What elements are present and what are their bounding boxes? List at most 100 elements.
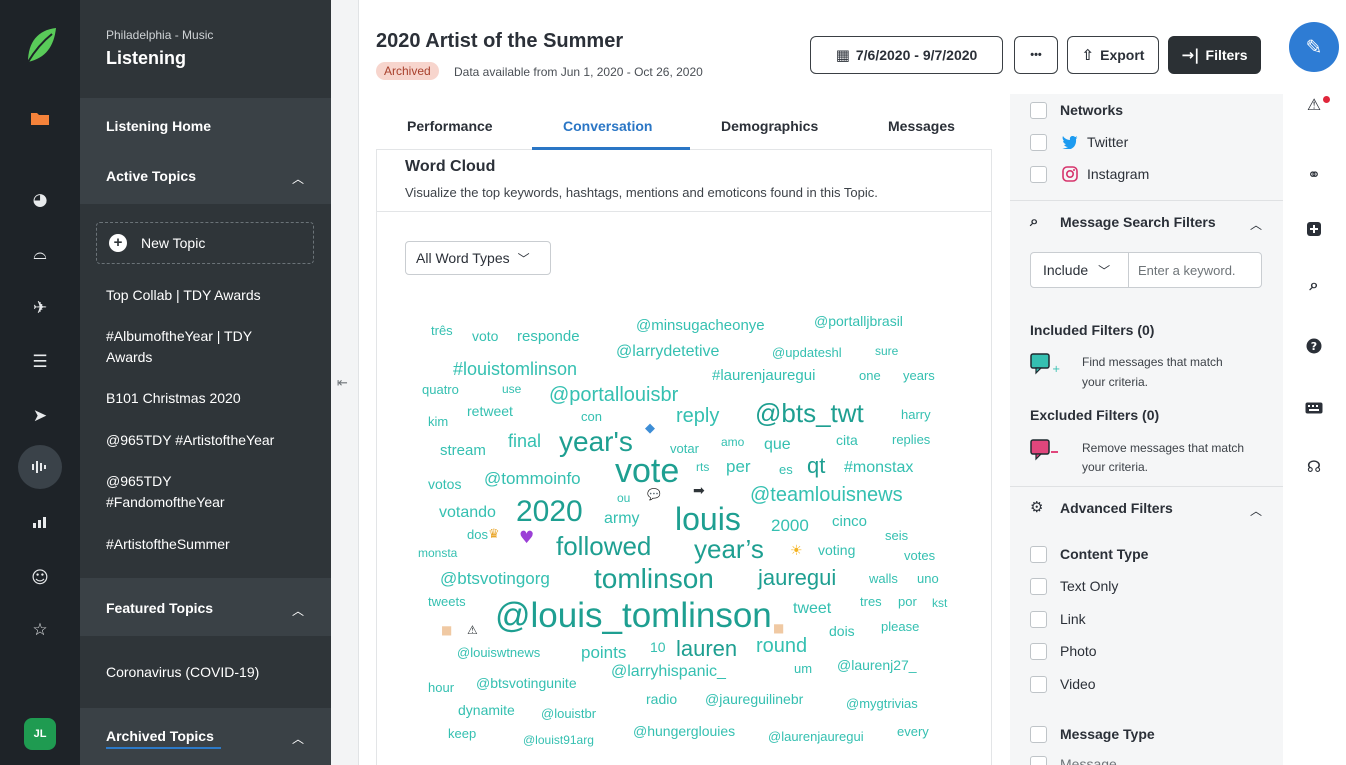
cloud-word[interactable]: keep	[448, 727, 476, 740]
cloud-word[interactable]: harry	[901, 408, 931, 421]
cloud-word[interactable]: @jaureguilinebr	[705, 692, 803, 706]
cloud-word[interactable]: es	[779, 463, 793, 476]
cloud-word[interactable]: one	[859, 369, 881, 382]
featured-topic-item[interactable]: Coronavirus (COVID-19)	[106, 664, 259, 680]
link-checkbox[interactable]	[1030, 611, 1047, 628]
archived-topics-header[interactable]: Archived Topics	[106, 728, 214, 744]
chevron-up-icon[interactable]: ︿	[1250, 216, 1262, 233]
twitter-checkbox[interactable]	[1030, 134, 1047, 151]
cloud-word[interactable]: @portalljbrasil	[814, 314, 903, 328]
cloud-word[interactable]: votos	[428, 477, 461, 491]
cloud-word[interactable]: um	[794, 662, 812, 675]
support-headset-icon[interactable]: ☊	[1302, 454, 1326, 478]
cloud-word[interactable]: lauren	[676, 638, 737, 660]
cloud-word[interactable]: uno	[917, 572, 939, 585]
cloud-word[interactable]: #monstax	[844, 460, 913, 476]
cloud-word[interactable]: votando	[439, 505, 496, 521]
topic-item[interactable]: #ArtistoftheSummer	[106, 536, 230, 552]
export-button[interactable]: ⇧ Export	[1067, 36, 1159, 74]
cloud-word[interactable]: stream	[440, 443, 486, 458]
cloud-word[interactable]: @mygtrivias	[846, 697, 918, 710]
cloud-word[interactable]: @louiswtnews	[457, 646, 540, 659]
cloud-word[interactable]: @larrydetetive	[616, 344, 719, 360]
chevron-up-icon[interactable]: ︿	[292, 602, 304, 619]
cloud-word[interactable]: tres	[860, 595, 882, 608]
alert-warning-icon[interactable]: ⚠	[1302, 92, 1326, 116]
cloud-word[interactable]: army	[604, 511, 640, 527]
cloud-word[interactable]: dynamite	[458, 703, 515, 717]
topic-item[interactable]: B101 Christmas 2020	[106, 390, 241, 406]
cloud-word[interactable]: years	[903, 369, 935, 382]
cloud-word[interactable]: dois	[829, 624, 855, 638]
more-options-button[interactable]: •••	[1014, 36, 1058, 74]
cloud-word[interactable]: cinco	[832, 514, 867, 529]
chevron-up-icon[interactable]: ︿	[1250, 502, 1262, 519]
cloud-word[interactable]: voto	[472, 329, 498, 343]
cloud-word[interactable]: sure	[875, 345, 898, 357]
cloud-word[interactable]: amo	[721, 436, 744, 448]
cloud-word[interactable]: que	[764, 437, 791, 453]
include-select[interactable]: Include ﹀	[1031, 253, 1129, 287]
cloud-word[interactable]: cita	[836, 433, 858, 447]
cloud-word[interactable]: points	[581, 644, 626, 661]
chevron-up-icon[interactable]: ︿	[292, 170, 304, 187]
cloud-word[interactable]: every	[897, 725, 929, 738]
cloud-word[interactable]: seis	[885, 529, 908, 542]
cloud-word[interactable]: quatro	[422, 383, 459, 396]
cloud-word[interactable]: @btsvotingorg	[440, 570, 550, 587]
cloud-word[interactable]: qt	[807, 455, 825, 477]
inbox-icon[interactable]: ⌓	[24, 238, 56, 270]
cloud-word[interactable]: @updateshl	[772, 346, 842, 359]
link-icon[interactable]: ⚭	[1302, 162, 1326, 186]
cloud-word[interactable]: #louistomlinson	[453, 360, 577, 378]
topic-item[interactable]: #AlbumoftheYear | TDY	[106, 328, 252, 344]
cloud-word[interactable]: final	[508, 432, 541, 450]
cloud-word[interactable]: please	[881, 620, 919, 633]
bot-icon[interactable]: ☺	[24, 562, 56, 594]
cloud-word[interactable]: use	[502, 383, 521, 395]
networks-checkbox[interactable]	[1030, 102, 1047, 119]
cloud-word[interactable]: por	[898, 595, 917, 608]
word-type-select[interactable]: All Word Types ﹀	[405, 241, 551, 275]
active-topics-header[interactable]: Active Topics	[106, 168, 196, 184]
dashboard-gauge-icon[interactable]: ◕	[24, 184, 56, 216]
cloud-word[interactable]: @btsvotingunite	[476, 676, 577, 690]
cloud-word[interactable]: vote	[615, 454, 679, 488]
cloud-word[interactable]: monsta	[418, 547, 457, 559]
reports-bar-chart-icon[interactable]	[24, 506, 56, 538]
cloud-word[interactable]: hour	[428, 681, 454, 694]
list-icon[interactable]: ☰	[24, 346, 56, 378]
listening-home-link[interactable]: Listening Home	[106, 118, 211, 134]
topic-item[interactable]: Awards	[106, 349, 152, 365]
cloud-word[interactable]: kst	[932, 597, 947, 609]
cloud-word[interactable]: round	[756, 636, 807, 656]
tab-conversation[interactable]: Conversation	[563, 118, 652, 134]
cloud-word[interactable]: dos	[467, 528, 488, 541]
cloud-word[interactable]: followed	[556, 533, 651, 559]
sprout-logo-icon[interactable]	[24, 26, 58, 64]
topic-item[interactable]: @965TDY #ArtistoftheYear	[106, 432, 274, 448]
cloud-word[interactable]: radio	[646, 692, 677, 706]
cloud-word[interactable]: 2020	[516, 497, 583, 527]
cloud-word[interactable]: @teamlouisnews	[750, 485, 903, 505]
message-type-checkbox[interactable]	[1030, 726, 1047, 743]
folder-icon[interactable]	[24, 102, 56, 134]
keyboard-icon[interactable]	[1302, 396, 1326, 420]
star-icon[interactable]: ☆	[24, 614, 56, 646]
cloud-word[interactable]: tweets	[428, 595, 466, 608]
cloud-word[interactable]: reply	[676, 406, 719, 426]
text-only-checkbox[interactable]	[1030, 578, 1047, 595]
cloud-word[interactable]: @louistbr	[541, 707, 596, 720]
featured-topics-header[interactable]: Featured Topics	[106, 600, 213, 616]
cloud-word[interactable]: 10	[650, 640, 666, 654]
content-type-checkbox[interactable]	[1030, 546, 1047, 563]
search-icon[interactable]: ⌕	[1302, 273, 1326, 297]
cloud-word[interactable]: @hungerglouies	[633, 724, 735, 738]
photo-checkbox[interactable]	[1030, 643, 1047, 660]
cloud-word[interactable]: jauregui	[758, 567, 836, 589]
cloud-word[interactable]: voting	[818, 543, 855, 557]
keyword-input[interactable]: Enter a keyword.	[1138, 263, 1236, 278]
cloud-word[interactable]: votes	[904, 549, 935, 562]
cloud-word[interactable]: kim	[428, 415, 448, 428]
cloud-word[interactable]: ou	[617, 492, 630, 504]
